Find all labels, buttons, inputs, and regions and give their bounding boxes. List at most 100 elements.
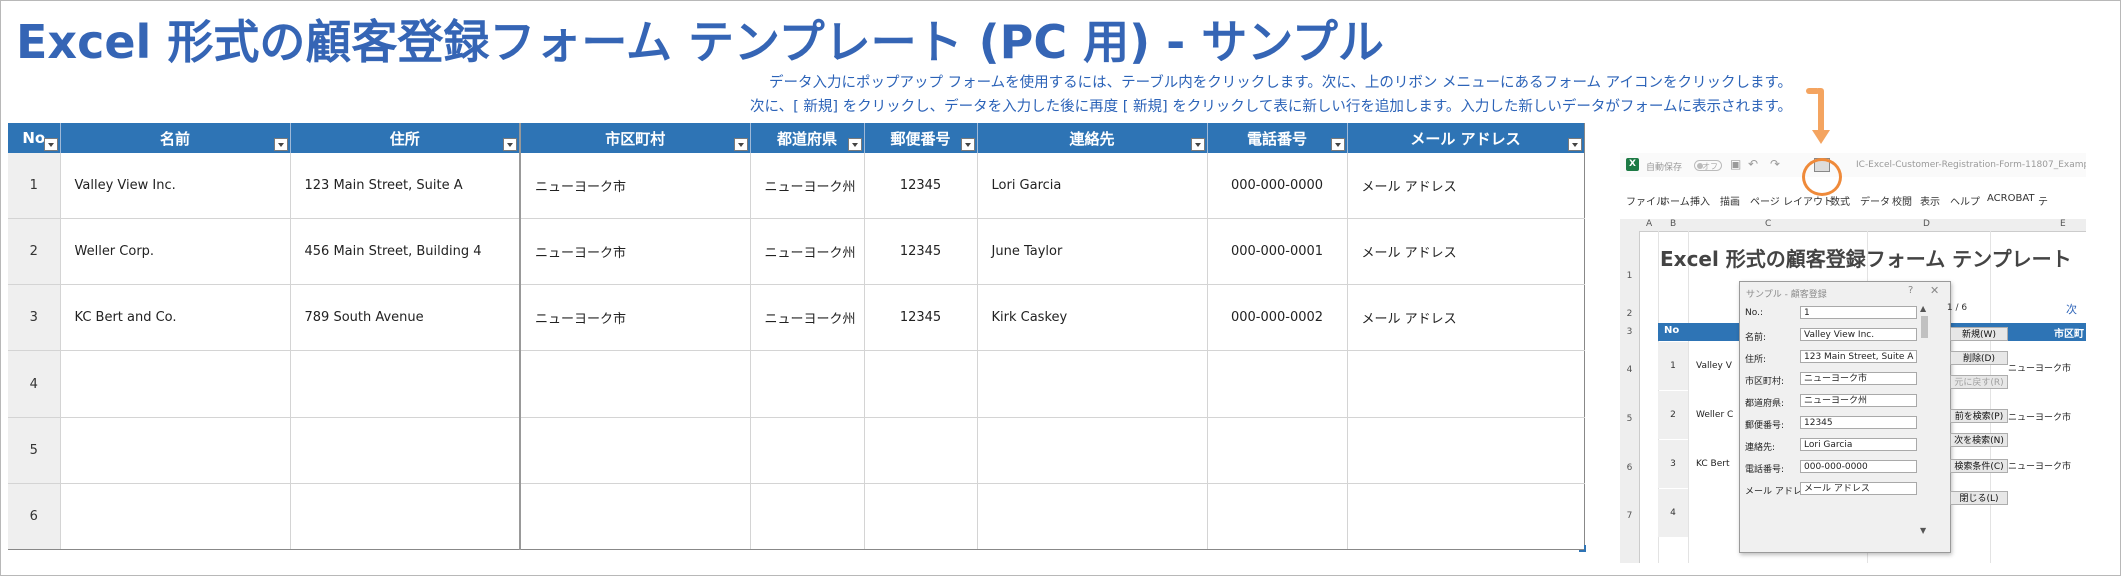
find-prev-button[interactable]: 前を検索(P) xyxy=(1950,409,2008,423)
column-header[interactable]: E xyxy=(2060,219,2066,229)
cell-postal-code[interactable] xyxy=(864,350,978,418)
cell-address[interactable]: 123 Main Street, Suite A xyxy=(290,153,521,220)
sheet-header-city[interactable]: 市区町 xyxy=(2054,325,2084,340)
cell-name[interactable] xyxy=(60,483,291,551)
header-no[interactable]: No xyxy=(8,123,61,153)
ribbon-tab-view[interactable]: 表示 xyxy=(1920,193,1940,208)
cell-name[interactable]: Weller Corp. xyxy=(60,218,291,286)
cell-prefecture[interactable]: ニューヨーク州 xyxy=(750,153,865,220)
redo-icon[interactable]: ↷ xyxy=(1770,157,1780,171)
column-header[interactable]: D xyxy=(1923,219,1930,229)
cell-city[interactable]: ニューヨーク市 xyxy=(520,153,751,220)
field-prefecture[interactable]: ニューヨーク州 xyxy=(1800,394,1917,407)
ribbon-tab-formulas[interactable]: 数式 xyxy=(1830,193,1850,208)
record-scrollbar[interactable]: ▲ ▼ xyxy=(1920,304,1929,539)
cell-name[interactable]: KC Bert and Co. xyxy=(60,284,291,352)
cell-address[interactable] xyxy=(290,350,521,418)
ribbon-tab-more[interactable]: テ xyxy=(2038,193,2048,208)
cell-name[interactable]: Valley View Inc. xyxy=(60,153,291,220)
ribbon-tab-help[interactable]: ヘルプ xyxy=(1950,193,1980,208)
field-name[interactable]: Valley View Inc. xyxy=(1800,328,1917,341)
sheet-row-number[interactable]: 2 xyxy=(1658,391,1688,439)
criteria-button[interactable]: 検索条件(C) xyxy=(1950,459,2008,473)
cell-prefecture[interactable] xyxy=(750,483,865,551)
field-phone[interactable]: 000-000-0000 xyxy=(1800,460,1917,473)
ribbon-tab-home[interactable]: ホーム xyxy=(1660,193,1690,208)
sheet-cell-city[interactable]: ニューヨーク市 xyxy=(2008,361,2071,374)
table-resize-handle[interactable] xyxy=(1579,545,1586,552)
cell-city[interactable]: ニューヨーク市 xyxy=(520,218,751,286)
ribbon-tab-review[interactable]: 校閲 xyxy=(1892,193,1912,208)
cell-address[interactable] xyxy=(290,417,521,484)
cell-contact[interactable] xyxy=(977,417,1208,484)
cell-prefecture[interactable] xyxy=(750,350,865,418)
row-header[interactable]: 5 xyxy=(1620,414,1639,424)
new-button[interactable]: 新規(W) xyxy=(1950,327,2008,341)
save-icon[interactable]: ▣ xyxy=(1730,157,1741,171)
row-number[interactable]: 2 xyxy=(8,218,61,286)
cell-address[interactable]: 789 South Avenue xyxy=(290,284,521,352)
cell-city[interactable]: ニューヨーク市 xyxy=(520,284,751,352)
cell-phone[interactable] xyxy=(1207,350,1348,418)
sheet-cell-city[interactable]: ニューヨーク市 xyxy=(2008,410,2071,423)
undo-icon[interactable]: ↶ xyxy=(1748,157,1758,171)
sheet-cell-name[interactable]: Valley V xyxy=(1696,361,1732,371)
sheet-cell-name[interactable]: KC Bert xyxy=(1696,459,1730,469)
cell-email[interactable]: メール アドレス xyxy=(1347,284,1585,352)
sheet-row-number[interactable]: 4 xyxy=(1658,489,1688,537)
cell-contact[interactable]: Lori Garcia xyxy=(977,153,1208,220)
sheet-cell-name[interactable]: Weller C xyxy=(1696,410,1733,420)
close-icon[interactable]: ✕ xyxy=(1930,284,1939,297)
cell-address[interactable]: 456 Main Street, Building 4 xyxy=(290,218,521,286)
cell-contact[interactable] xyxy=(977,483,1208,551)
filter-dropdown-icon[interactable] xyxy=(503,138,517,151)
cell-phone[interactable]: 000-000-0001 xyxy=(1207,218,1348,286)
row-number[interactable]: 1 xyxy=(8,153,61,220)
cell-phone[interactable] xyxy=(1207,483,1348,551)
cell-address[interactable] xyxy=(290,483,521,551)
field-contact[interactable]: Lori Garcia xyxy=(1800,438,1917,451)
find-next-button[interactable]: 次を検索(N) xyxy=(1950,433,2008,447)
cell-contact[interactable]: June Taylor xyxy=(977,218,1208,286)
scroll-down-icon[interactable]: ▼ xyxy=(1920,526,1926,535)
sheet-cell-city[interactable]: ニューヨーク市 xyxy=(2008,459,2071,472)
sheet-row-number[interactable]: 3 xyxy=(1658,440,1688,488)
header-name[interactable]: 名前 xyxy=(60,123,291,153)
cell-phone[interactable]: 000-000-0000 xyxy=(1207,153,1348,220)
row-header[interactable]: 7 xyxy=(1620,511,1639,521)
field-email[interactable]: メール アドレス xyxy=(1800,482,1917,495)
column-header[interactable]: A xyxy=(1646,219,1652,229)
cell-city[interactable] xyxy=(520,350,751,418)
field-postal-code[interactable]: 12345 xyxy=(1800,416,1917,429)
close-button[interactable]: 閉じる(L) xyxy=(1950,491,2008,505)
cell-postal-code[interactable]: 12345 xyxy=(864,218,978,286)
filter-dropdown-icon[interactable] xyxy=(847,138,862,151)
cell-contact[interactable] xyxy=(977,350,1208,418)
ribbon-tab-draw[interactable]: 描画 xyxy=(1720,193,1740,208)
cell-prefecture[interactable] xyxy=(750,417,865,484)
filter-dropdown-icon[interactable] xyxy=(733,138,748,151)
ribbon-tab-insert[interactable]: 挿入 xyxy=(1690,193,1710,208)
header-address[interactable]: 住所 xyxy=(290,123,521,153)
header-phone[interactable]: 電話番号 xyxy=(1207,123,1348,153)
row-header[interactable]: 6 xyxy=(1620,463,1639,473)
row-header[interactable]: 1 xyxy=(1620,271,1639,281)
delete-button[interactable]: 削除(D) xyxy=(1950,351,2008,365)
header-contact[interactable]: 連絡先 xyxy=(977,123,1208,153)
cell-name[interactable] xyxy=(60,417,291,484)
row-header[interactable]: 2 xyxy=(1620,309,1639,319)
cell-city[interactable] xyxy=(520,417,751,484)
row-header[interactable]: 4 xyxy=(1620,365,1639,375)
cell-email[interactable]: メール アドレス xyxy=(1347,153,1585,220)
ribbon-tab-acrobat[interactable]: ACROBAT xyxy=(1987,193,2035,204)
cell-postal-code[interactable]: 12345 xyxy=(864,284,978,352)
cell-prefecture[interactable]: ニューヨーク州 xyxy=(750,284,865,352)
cell-contact[interactable]: Kirk Caskey xyxy=(977,284,1208,352)
scroll-thumb[interactable] xyxy=(1921,316,1928,338)
field-no[interactable]: 1 xyxy=(1800,306,1917,319)
cell-name[interactable] xyxy=(60,350,291,418)
row-number[interactable]: 6 xyxy=(8,483,61,551)
scroll-up-icon[interactable]: ▲ xyxy=(1920,304,1926,313)
header-postal-code[interactable]: 郵便番号 xyxy=(864,123,978,153)
sheet-row-number[interactable]: 1 xyxy=(1658,342,1688,390)
